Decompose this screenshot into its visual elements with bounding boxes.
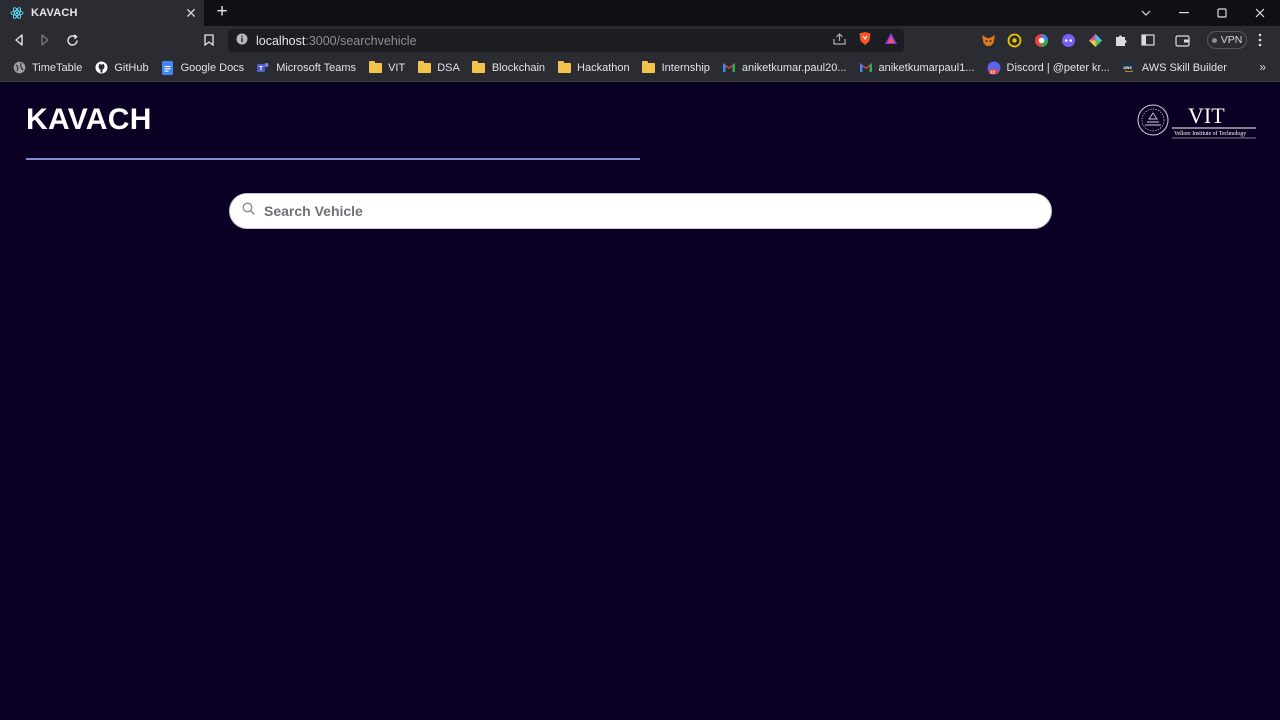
svg-text:aws: aws bbox=[1123, 64, 1132, 69]
extensions-puzzle-icon[interactable] bbox=[1113, 32, 1129, 48]
share-icon[interactable] bbox=[833, 32, 846, 50]
bookmark-item[interactable]: aws AWS Skill Builder bbox=[1121, 61, 1227, 75]
minimize-icon[interactable] bbox=[1166, 0, 1202, 26]
extension-ai-icon[interactable] bbox=[1060, 32, 1076, 48]
bookmark-icon[interactable] bbox=[199, 30, 219, 50]
bookmark-item[interactable]: GitHub bbox=[94, 61, 149, 75]
reload-icon[interactable] bbox=[62, 30, 82, 50]
gmail-icon bbox=[859, 61, 873, 75]
bookmark-item[interactable]: Internship bbox=[642, 60, 710, 75]
docs-icon bbox=[161, 60, 175, 75]
bookmark-item[interactable]: Blockchain bbox=[472, 60, 546, 75]
svg-text:VIT: VIT bbox=[1188, 103, 1225, 128]
bookmark-label: GitHub bbox=[114, 61, 149, 74]
folder-icon bbox=[472, 60, 486, 75]
vpn-label: VPN bbox=[1220, 34, 1243, 46]
github-icon bbox=[94, 61, 108, 75]
search-vehicle-input[interactable] bbox=[264, 203, 1024, 219]
address-bar[interactable]: localhost:3000/searchvehicle bbox=[228, 29, 904, 52]
bookmark-label: Microsoft Teams bbox=[276, 61, 357, 74]
vit-logo: VIT Vellore Institute of Technology bbox=[1136, 100, 1258, 140]
gmail-icon bbox=[722, 61, 736, 75]
bookmark-label: Internship bbox=[661, 61, 710, 74]
bookmark-item[interactable]: Hackathon bbox=[557, 60, 630, 75]
react-icon bbox=[10, 6, 24, 20]
bookmark-item[interactable]: DSA bbox=[417, 60, 460, 75]
forward-icon[interactable] bbox=[35, 30, 55, 50]
bookmark-label: Blockchain bbox=[491, 61, 546, 74]
search-icon bbox=[242, 202, 255, 220]
bookmark-item[interactable]: T Microsoft Teams bbox=[256, 61, 356, 75]
extension-diamond-icon[interactable] bbox=[1087, 32, 1103, 48]
bookmark-item[interactable]: aniketkumarpaul1... bbox=[859, 61, 975, 75]
vpn-button[interactable]: VPN bbox=[1207, 31, 1247, 49]
folder-icon bbox=[557, 60, 571, 75]
menu-icon[interactable] bbox=[1252, 32, 1268, 48]
bookmark-label: TimeTable bbox=[32, 61, 83, 74]
bookmark-item[interactable]: TimeTable bbox=[12, 61, 82, 75]
bookmark-label: Discord | @peter kr... bbox=[1006, 61, 1110, 74]
folder-icon bbox=[642, 60, 656, 75]
brave-rewards-icon[interactable] bbox=[884, 32, 898, 50]
tab-strip: KAVACH ✕ + bbox=[0, 0, 1280, 26]
new-tab-button[interactable]: + bbox=[212, 2, 232, 22]
bookmark-item[interactable]: VIT bbox=[368, 60, 406, 75]
extension-color-icon[interactable] bbox=[1033, 32, 1049, 48]
teams-icon: T bbox=[256, 61, 270, 75]
bookmark-label: aniketkumarpaul1... bbox=[878, 61, 975, 74]
browser-tab[interactable]: KAVACH ✕ bbox=[0, 0, 204, 26]
bookmark-label: Hackathon bbox=[577, 61, 630, 74]
back-icon[interactable] bbox=[9, 30, 29, 50]
tab-title: KAVACH bbox=[31, 7, 78, 19]
discord-icon: 22 bbox=[987, 61, 1001, 75]
svg-text:22: 22 bbox=[990, 69, 996, 74]
maximize-icon[interactable] bbox=[1204, 0, 1240, 26]
brave-shield-icon[interactable] bbox=[858, 31, 872, 51]
sidebar-toggle-icon[interactable] bbox=[1140, 32, 1156, 48]
bookmark-label: VIT bbox=[388, 61, 406, 74]
bookmark-label: AWS Skill Builder bbox=[1141, 61, 1227, 74]
folder-icon bbox=[417, 60, 431, 75]
vpn-status-dot bbox=[1211, 37, 1217, 43]
globe-icon bbox=[12, 61, 26, 75]
bookmark-label: Google Docs bbox=[180, 61, 245, 74]
metamask-icon[interactable] bbox=[980, 32, 996, 48]
extension-coin-icon[interactable] bbox=[1006, 32, 1022, 48]
svg-text:Vellore Institute of Technolog: Vellore Institute of Technology bbox=[1174, 130, 1246, 137]
url-text: localhost:3000/searchvehicle bbox=[256, 33, 417, 48]
bookmarks-bar: TimeTable GitHub Google Docs T Microsoft Tea… bbox=[0, 54, 1280, 82]
bookmark-label: DSA bbox=[437, 61, 460, 74]
search-bar[interactable] bbox=[229, 193, 1052, 229]
folder-icon bbox=[368, 60, 382, 75]
bookmark-item[interactable]: aniketkumar.paul20... bbox=[722, 61, 847, 75]
bookmark-label: aniketkumar.paul20... bbox=[741, 61, 847, 74]
tab-close-icon[interactable]: ✕ bbox=[182, 5, 200, 22]
bookmark-item[interactable]: Google Docs bbox=[161, 60, 245, 75]
tab-search-icon[interactable] bbox=[1128, 0, 1164, 26]
aws-icon: aws bbox=[1121, 61, 1136, 75]
site-info-icon[interactable] bbox=[236, 32, 248, 50]
more-bookmarks-icon[interactable]: » bbox=[1259, 60, 1266, 74]
close-window-icon[interactable] bbox=[1242, 0, 1278, 26]
title-underline bbox=[26, 158, 640, 160]
page-title: KAVACH bbox=[26, 103, 152, 136]
wallet-icon[interactable] bbox=[1174, 32, 1190, 48]
svg-text:T: T bbox=[259, 65, 263, 72]
bookmark-item[interactable]: 22 Discord | @peter kr... bbox=[987, 61, 1110, 75]
